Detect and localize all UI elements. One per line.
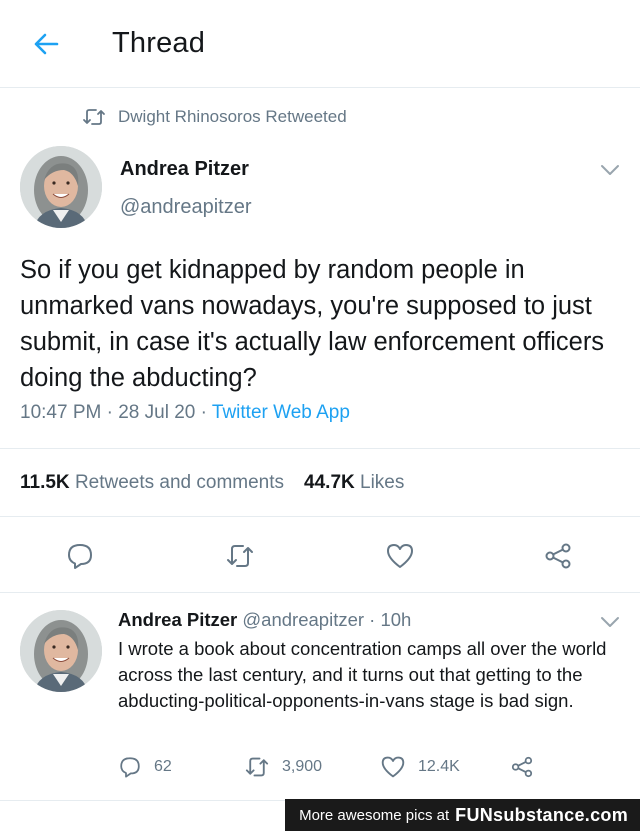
retweets-count: 11.5K [20,472,70,493]
reply-button[interactable] [58,534,102,578]
retweet-context[interactable]: Dwight Rhinosoros Retweeted [82,104,347,130]
divider [0,448,640,449]
reply-like-button[interactable]: 12.4K [380,752,460,782]
reply-share-button[interactable] [510,752,534,782]
retweet-icon [245,757,269,777]
share-icon [511,756,533,778]
reply-actions: 62 3,900 12.4K [118,752,618,782]
reply-age: · 10h [369,609,412,630]
likes-stat[interactable]: 44.7K Likes [304,472,404,494]
reply-reply-button[interactable]: 62 [118,752,172,782]
like-count: 12.4K [418,758,460,775]
like-icon [381,756,405,778]
divider [0,516,640,517]
reply-icon [120,757,140,778]
share-button[interactable] [536,534,580,578]
page-title: Thread [112,27,206,59]
reply-header: Andrea Pitzer @andreapitzer · 10h [118,609,411,631]
chevron-down-icon [601,617,619,627]
retweet-context-label: Dwight Rhinosoros Retweeted [118,107,347,126]
meta-separator: · [106,402,113,423]
author-handle[interactable]: @andreapitzer [120,196,251,219]
like-icon [387,544,413,568]
reply-count: 62 [154,758,172,775]
tweet-date: 28 Jul 20 [118,402,196,423]
top-bar: Thread [0,0,640,88]
back-button[interactable] [28,26,64,62]
likes-count: 44.7K [304,472,355,493]
tweet-meta: 10:47 PM · 28 Jul 20 · Twitter Web App [20,402,350,424]
avatar[interactable] [20,146,102,228]
avatar[interactable] [20,610,102,692]
divider [0,592,640,593]
retweets-label: Retweets and comments [74,472,285,493]
retweet-icon [83,109,105,125]
meta-separator: · [200,402,207,423]
like-button[interactable] [378,534,422,578]
retweet-count: 3,900 [282,758,323,775]
tweet-source-link[interactable]: Twitter Web App [212,402,350,423]
watermark-banner: More awesome pics at FUNsubstance.com [285,799,640,831]
reply-text: I wrote a book about concentration camps… [118,638,607,711]
watermark-prefix: More awesome pics at [299,806,450,824]
tweet-actions [0,534,640,578]
reply-icon [68,544,92,569]
tweet-options-button[interactable] [598,160,622,180]
reply-options-button[interactable] [598,612,622,632]
reply-author-handle[interactable]: @andreapitzer [242,609,364,630]
watermark-brand: FUNsubstance.com [455,804,628,825]
likes-label: Likes [360,472,405,493]
retweet-button[interactable] [218,534,262,578]
reply-author-name[interactable]: Andrea Pitzer [118,609,237,630]
avatar-portrait-image [20,146,102,228]
reply-retweet-button[interactable]: 3,900 [244,752,322,782]
chevron-down-icon [601,165,619,175]
tweet-time: 10:47 PM [20,402,102,423]
tweet-text: So if you get kidnapped by random people… [20,256,605,392]
tweet-stats: 11.5K Retweets and comments 44.7K Likes [20,472,404,494]
retweets-stat[interactable]: 11.5K Retweets and comments [20,472,284,494]
back-arrow-icon [34,33,59,55]
share-icon [545,543,571,569]
author-name[interactable]: Andrea Pitzer [120,158,249,181]
avatar-portrait-image [20,610,102,692]
retweet-icon [227,545,253,567]
